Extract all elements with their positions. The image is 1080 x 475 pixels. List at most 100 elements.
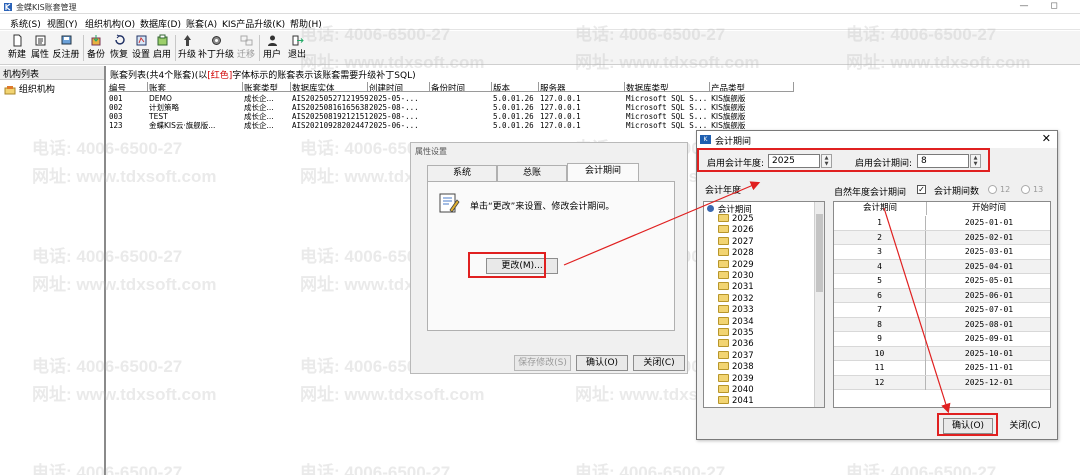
- column-header[interactable]: 创建时间: [368, 82, 430, 92]
- column-header[interactable]: 账套类型: [243, 82, 291, 92]
- close-button[interactable]: 关闭(C): [1000, 418, 1050, 434]
- period-row[interactable]: 6 2025-06-01: [834, 288, 1050, 303]
- column-header[interactable]: 备份时间: [430, 82, 492, 92]
- period-row[interactable]: 9 2025-09-01: [834, 332, 1050, 347]
- folder-icon: [718, 248, 729, 257]
- table-cell: 计划策略: [149, 103, 179, 112]
- year-label: 2030: [732, 271, 754, 281]
- table-cell: TEST: [149, 112, 168, 121]
- year-tree-scrollbar[interactable]: [814, 202, 824, 407]
- list-caption-red: [红色]: [207, 71, 233, 81]
- period-start-date: 2025-06-01: [964, 290, 1014, 300]
- table-cell: 2025-06-...: [369, 121, 419, 130]
- column-header[interactable]: 服务器: [539, 82, 625, 92]
- menu-help[interactable]: 帮助(H): [290, 17, 322, 30]
- year-item[interactable]: 2025: [718, 214, 754, 224]
- period-row[interactable]: 11 2025-11-01: [834, 361, 1050, 376]
- column-header[interactable]: 账套: [148, 82, 243, 92]
- table-cell: 001: [109, 94, 123, 103]
- year-item[interactable]: 2026: [718, 225, 754, 235]
- radio-13-label: 13: [1033, 185, 1044, 194]
- menu-organization[interactable]: 组织机构(O): [85, 17, 135, 30]
- period-row[interactable]: 3 2025-03-01: [834, 245, 1050, 260]
- year-item[interactable]: 2037: [718, 350, 754, 361]
- table-cell: 成长企...: [244, 94, 274, 103]
- period-start-date: 2025-09-01: [964, 334, 1014, 343]
- menu-kis-upgrade[interactable]: KIS产品升级(K): [222, 17, 285, 30]
- year-item[interactable]: 2028: [718, 248, 754, 258]
- year-item[interactable]: 2029: [718, 259, 754, 270]
- table-cell: 127.0.0.1: [540, 112, 581, 121]
- tab-accounting-period[interactable]: 会计期间: [567, 163, 639, 181]
- year-item[interactable]: 2038: [718, 362, 754, 372]
- menu-account-set[interactable]: 账套(A): [186, 17, 217, 30]
- close-button[interactable]: 关闭(C): [633, 355, 685, 371]
- period-number: 6: [834, 288, 926, 303]
- tree-root-organization[interactable]: 组织机构: [4, 82, 55, 95]
- year-label: 2036: [732, 339, 754, 350]
- year-item[interactable]: 2031: [718, 282, 754, 292]
- unregister-icon: [61, 35, 71, 45]
- year-item[interactable]: 2032: [718, 293, 754, 304]
- period-start-date: 2025-02-01: [964, 232, 1014, 242]
- ok-button[interactable]: 确认(O): [576, 355, 628, 371]
- tab-general-ledger[interactable]: 总账: [497, 165, 567, 181]
- folder-icon: [718, 350, 729, 359]
- year-item[interactable]: 2041: [718, 396, 754, 406]
- enable-icon: [157, 34, 167, 46]
- year-item[interactable]: 2039: [718, 373, 754, 384]
- upgrade-button[interactable]: 升级: [175, 33, 199, 63]
- column-header[interactable]: 数据库实体: [291, 82, 368, 92]
- year-item[interactable]: 2035: [718, 328, 754, 338]
- list-caption-suffix: 字体标示的账套表示该账套需要升级补丁SQL): [232, 71, 416, 81]
- exit-button[interactable]: 退出: [285, 33, 309, 63]
- tab-system[interactable]: 系统: [427, 165, 497, 181]
- year-item[interactable]: 2034: [718, 316, 754, 327]
- column-header[interactable]: 版本: [492, 82, 539, 92]
- period-row[interactable]: 5 2025-05-01: [834, 274, 1050, 289]
- table-cell: 成长企...: [244, 103, 274, 112]
- save-changes-button[interactable]: 保存修改(S): [514, 355, 571, 371]
- patch-upgrade-button[interactable]: 补丁升级: [198, 33, 234, 63]
- close-icon[interactable]: ✕: [1042, 132, 1051, 145]
- period-row[interactable]: 10 2025-10-01: [834, 346, 1050, 361]
- year-item[interactable]: 2027: [718, 236, 754, 247]
- table-cell: KIS旗舰版: [711, 121, 746, 130]
- radio-12[interactable]: [988, 185, 997, 194]
- year-item[interactable]: 2036: [718, 339, 754, 349]
- period-row[interactable]: 12 2025-12-01: [834, 375, 1050, 390]
- period-table: 会计期间 开始时间 1 2025-01-01 2 2025-02-01 3 2025-03…: [833, 201, 1051, 408]
- menu-system[interactable]: 系统(S): [10, 17, 41, 30]
- year-label: 2026: [732, 225, 754, 236]
- period-row[interactable]: 2 2025-02-01: [834, 230, 1050, 245]
- scrollbar-thumb[interactable]: [816, 214, 823, 292]
- table-cell: 2025-08-...: [369, 103, 419, 112]
- year-item[interactable]: 2040: [718, 385, 754, 395]
- column-header[interactable]: 编号: [108, 82, 148, 92]
- radio-13[interactable]: [1021, 185, 1030, 194]
- maximize-button[interactable]: ◻: [1040, 0, 1068, 14]
- table-cell: 127.0.0.1: [540, 121, 581, 130]
- table-cell: [430, 112, 492, 121]
- minimize-button[interactable]: —: [1010, 0, 1038, 14]
- period-row[interactable]: 4 2025-04-01: [834, 259, 1050, 274]
- period-row[interactable]: 7 2025-07-01: [834, 303, 1050, 318]
- period-start-date: 2025-08-01: [964, 319, 1014, 329]
- highlight-box-start-fields: [697, 148, 990, 172]
- menu-database[interactable]: 数据库(D): [140, 17, 181, 30]
- folder-icon: [718, 328, 729, 336]
- period-row[interactable]: 8 2025-08-01: [834, 317, 1050, 332]
- period-row[interactable]: 1 2025-01-01: [834, 216, 1050, 231]
- exit-icon: [292, 35, 304, 46]
- year-label: 2039: [732, 373, 754, 384]
- year-item[interactable]: 2033: [718, 305, 754, 315]
- period-count-checkbox[interactable]: ✓: [917, 185, 926, 194]
- tree-root-icon: [707, 205, 714, 212]
- folder-icon: [718, 305, 729, 314]
- unregister-button[interactable]: 反注册: [52, 33, 80, 63]
- menu-view[interactable]: 视图(Y): [47, 17, 78, 30]
- year-item[interactable]: 2030: [718, 271, 754, 281]
- column-header[interactable]: 数据库类型: [625, 82, 710, 92]
- column-header[interactable]: 产品类型: [710, 82, 794, 92]
- table-cell: AIS20250816165638: [292, 103, 368, 112]
